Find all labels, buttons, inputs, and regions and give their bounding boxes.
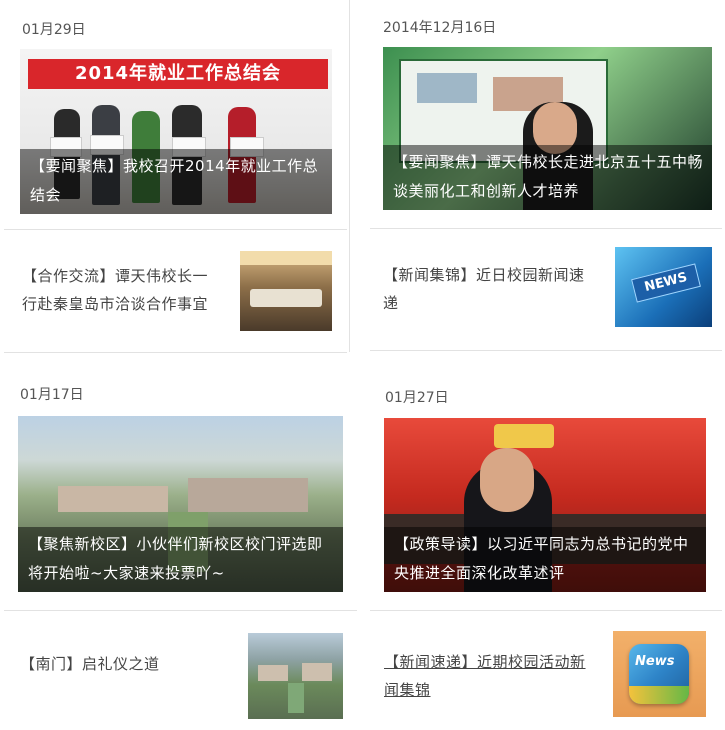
column-divider xyxy=(349,0,350,352)
row-divider xyxy=(4,610,357,611)
feature-news-image[interactable]: 2014年就业工作总结会 【要闻聚焦】我校召开2014年就业工作总结会 xyxy=(20,49,332,214)
red-banner: 2014年就业工作总结会 xyxy=(28,59,328,89)
news-link[interactable]: 【合作交流】谭天伟校长一行赴秦皇岛市洽谈合作事宜 xyxy=(22,262,222,318)
feature-caption[interactable]: 【要闻聚焦】谭天伟校长走进北京五十五中畅谈美丽化工和创新人才培养 xyxy=(383,145,712,210)
feature-news-image[interactable]: 【聚焦新校区】小伙伴们新校区校门评选即将开始啦~大家速来投票吖~ xyxy=(18,416,343,592)
news-date: 01月27日 xyxy=(385,390,449,406)
news-date: 01月29日 xyxy=(22,22,86,38)
news-link[interactable]: 【新闻集锦】近日校园新闻速递 xyxy=(383,261,593,317)
feature-news-image[interactable]: 【要闻聚焦】谭天伟校长走进北京五十五中畅谈美丽化工和创新人才培养 xyxy=(383,47,712,210)
thumbnail-meeting-room[interactable] xyxy=(240,251,332,331)
feature-news-image[interactable]: 【政策导读】以习近平同志为总书记的党中央推进全面深化改革述评 xyxy=(384,418,706,592)
feature-caption[interactable]: 【要闻聚焦】我校召开2014年就业工作总结会 xyxy=(20,149,332,214)
news-date: 2014年12月16日 xyxy=(383,20,497,36)
feature-caption[interactable]: 【政策导读】以习近平同志为总书记的党中央推进全面深化改革述评 xyxy=(384,527,706,592)
row-divider xyxy=(370,610,722,611)
news-icon: NEWS xyxy=(631,263,701,303)
news-badge-thumbnail[interactable]: NEWS xyxy=(615,247,712,327)
news-link[interactable]: 【新闻速递】近期校园活动新闻集锦 xyxy=(384,648,599,704)
news-app-thumbnail[interactable]: News xyxy=(613,631,706,717)
row-divider xyxy=(4,352,347,353)
news-date: 01月17日 xyxy=(20,387,84,403)
thumbnail-campus-aerial[interactable] xyxy=(248,633,343,719)
row-divider xyxy=(370,228,722,229)
news-link[interactable]: 【南门】启礼仪之道 xyxy=(20,650,230,678)
feature-caption[interactable]: 【聚焦新校区】小伙伴们新校区校门评选即将开始啦~大家速来投票吖~ xyxy=(18,527,343,592)
row-divider xyxy=(4,229,347,230)
news-app-icon: News xyxy=(629,644,689,704)
row-divider xyxy=(370,350,722,351)
